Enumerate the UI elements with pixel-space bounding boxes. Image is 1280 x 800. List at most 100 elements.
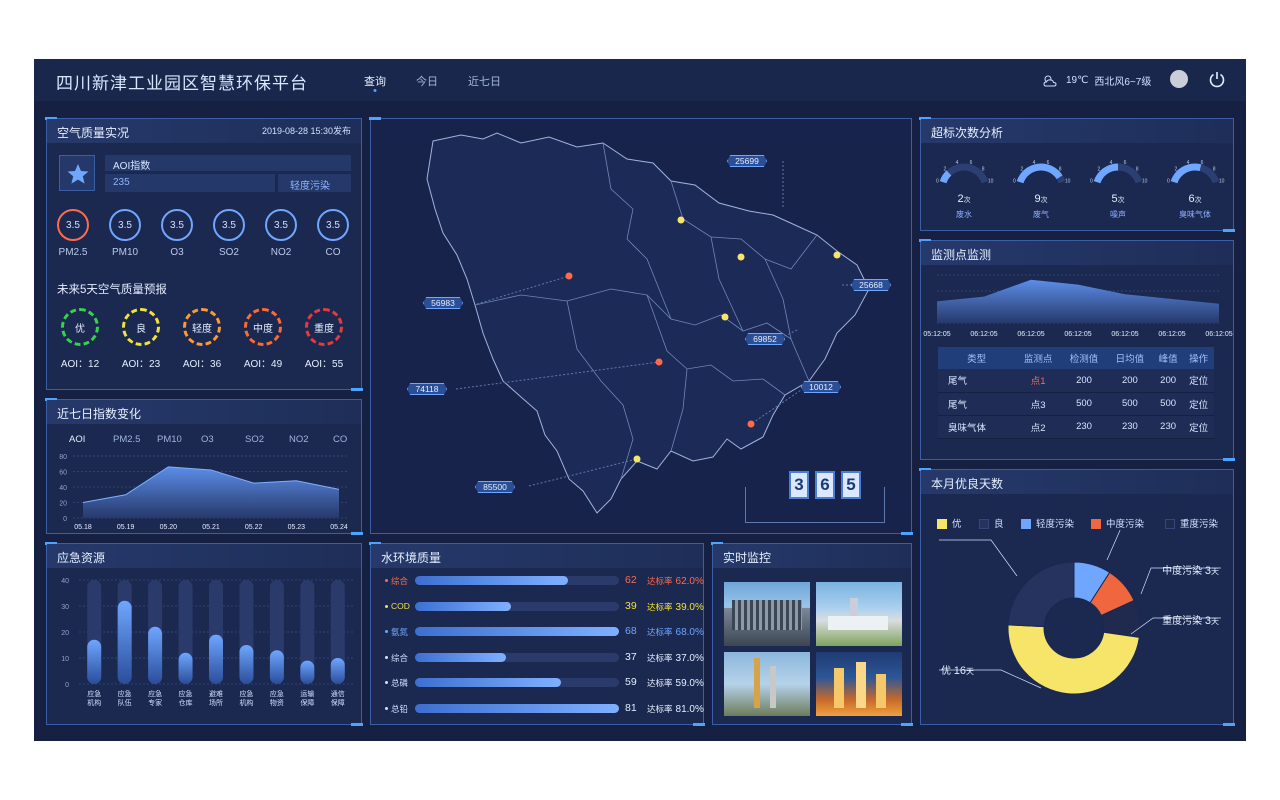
water-bar-track (415, 576, 619, 585)
water-bar-track (415, 627, 619, 636)
exceed-count: 5次 (1083, 193, 1153, 205)
camera-feed-2[interactable] (816, 582, 902, 646)
table-row: 臭味气体 点2 230 230 230 定位 (938, 415, 1214, 439)
gauge-tick: 6 (970, 160, 973, 166)
avatar[interactable] (1170, 70, 1188, 88)
map-label[interactable]: 69852 (745, 333, 785, 345)
water-bar-track (415, 703, 619, 713)
x-tick: 应急 (270, 689, 284, 698)
pollutant-name: PM10 (111, 247, 139, 258)
exceed-name: 废气 (1033, 210, 1049, 219)
count-unit: 次 (1117, 197, 1125, 204)
exceed-name: 噪声 (1110, 210, 1126, 219)
trend-panel: 近七日指数变化 AOI PM2.5 PM10 O3 SO2 NO2 CO 80 60 40 20 0… (45, 398, 363, 535)
power-icon[interactable] (1208, 70, 1226, 88)
x-tick: 05.22 (245, 524, 263, 531)
bar (117, 600, 132, 684)
water-rate: 达标率 37.0% (647, 652, 704, 664)
camera-feed-4[interactable] (816, 652, 902, 716)
water-bar-track (415, 678, 619, 687)
trend-tab[interactable]: PM10 (157, 434, 182, 445)
trend-tab[interactable]: PM2.5 (113, 434, 140, 445)
map-label[interactable]: 56983 (423, 297, 463, 309)
y-tick: 40 (59, 485, 67, 492)
forecast-level: 中度 (244, 308, 282, 346)
camera-feed-1[interactable] (724, 582, 810, 646)
forecast-aoi: AOI：49 (243, 359, 283, 370)
x-tick: 通信 (331, 689, 345, 698)
map-label[interactable]: 85500 (475, 481, 515, 493)
count-unit: 次 (1040, 197, 1048, 204)
rate-value: 37.0% (675, 652, 704, 664)
water-dot (385, 681, 388, 684)
exceed-name: 臭味气体 (1179, 210, 1211, 219)
table-body: 尾气 点1 200 200 200 定位 尾气 点3 500 500 500 定位 臭味气体 点2 230 2… (938, 369, 1214, 439)
x-tick: 保障 (331, 698, 345, 707)
bar (87, 639, 102, 684)
x-tick: 运输 (300, 689, 314, 698)
table-cell: 200 (1152, 369, 1184, 393)
column-header: 类型 (938, 347, 1016, 369)
column-header: 监测点 (1015, 347, 1062, 369)
locate-button[interactable]: 定位 (1183, 415, 1214, 439)
trend-tab[interactable]: O3 (201, 434, 214, 445)
x-tick: 专家 (148, 698, 162, 707)
table-row: 尾气 点1 200 200 200 定位 (938, 369, 1214, 393)
bar (239, 645, 254, 684)
x-tick: 机构 (239, 698, 253, 707)
x-tick: 保障 (300, 698, 314, 707)
water-dot (385, 655, 388, 659)
water-value: 37 (625, 650, 637, 663)
nav-tab-seven-days[interactable]: 近七日 (468, 73, 501, 89)
water-dot (385, 706, 388, 710)
map-label[interactable]: 25668 (851, 279, 891, 291)
x-tick: 应急 (118, 689, 132, 698)
bar (148, 626, 163, 684)
trend-tab[interactable]: SO2 (245, 434, 264, 445)
y-tick: 20 (61, 630, 69, 637)
map-label[interactable]: 10012 (801, 381, 841, 393)
rate-label: 达标率 (647, 627, 673, 637)
water-value: 68 (625, 625, 637, 637)
dashboard-screen: 四川新津工业园区智慧环保平台 查询 今日 近七日 19℃ 西北风6~7级 空气质… (34, 59, 1246, 741)
good-days-donut: 轻度污染 3天良 8天中度污染 3天重度污染 3天优 16天 (939, 530, 1221, 695)
gauge-tick: 10 (1142, 178, 1148, 184)
column-header: 日均值 (1106, 347, 1153, 369)
rate-label: 达标率 (647, 703, 673, 714)
locate-button[interactable]: 定位 (1183, 392, 1214, 416)
locate-button[interactable]: 定位 (1183, 369, 1214, 393)
trend-tab[interactable]: AOI (69, 434, 85, 445)
donut-hole (1045, 599, 1103, 657)
donut-label: 优 16天 (941, 664, 974, 677)
nav-tab-today[interactable]: 今日 (416, 73, 438, 89)
water-name: 总磷 (391, 678, 409, 688)
x-tick: 05:12:05 (923, 331, 950, 338)
water-name: COD (391, 600, 410, 611)
x-tick: 05.21 (202, 524, 220, 531)
x-tick: 队伍 (118, 698, 132, 707)
panel-title: 空气质量实况 (57, 126, 130, 140)
y-tick: 20 (59, 501, 67, 508)
table-cell: 点1 (1015, 369, 1062, 393)
map-label[interactable]: 74118 (407, 383, 447, 395)
map-label[interactable]: 25699 (727, 155, 767, 167)
trend-tab[interactable]: NO2 (289, 434, 309, 445)
forecast-aoi: AOI：23 (121, 359, 161, 370)
gauge-tick: 4 (1033, 160, 1036, 166)
table-cell: 500 (1152, 392, 1184, 416)
legend-item: 中度污染 (1091, 516, 1144, 530)
gauge-tick: 6 (1201, 160, 1204, 166)
camera-feed-3[interactable] (724, 652, 810, 716)
nav-tab-query[interactable]: 查询 (364, 73, 386, 89)
y-tick: 10 (61, 656, 69, 663)
bar (269, 650, 284, 684)
leader-line (939, 539, 1018, 577)
table-cell: 500 (1106, 392, 1153, 416)
table-cell: 点2 (1015, 415, 1062, 439)
app-title: 四川新津工业园区智慧环保平台 (56, 74, 308, 93)
water-rate: 达标率 39.0% (647, 601, 704, 613)
x-tick: 仓库 (179, 698, 193, 707)
aqi-label: AOI指数 (113, 161, 151, 172)
water-name: 氨氮 (391, 627, 409, 637)
trend-tab[interactable]: CO (333, 434, 347, 445)
